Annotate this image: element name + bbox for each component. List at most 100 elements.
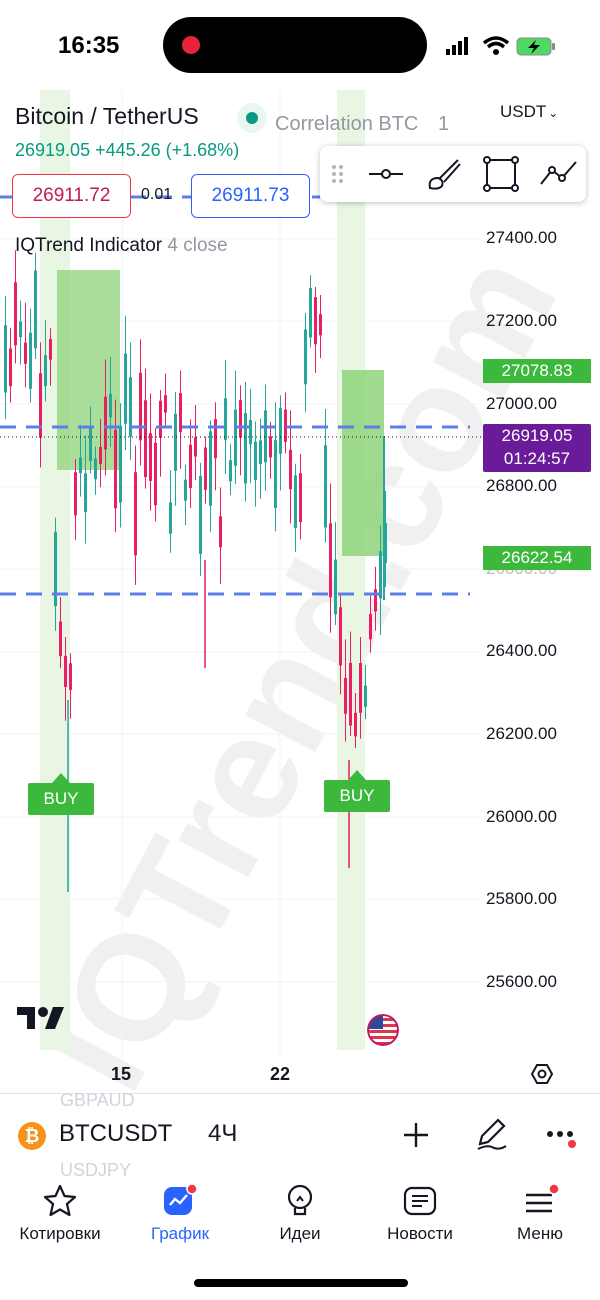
tab-label: График [150, 1224, 210, 1243]
candle-body [144, 400, 147, 478]
zone-lower-tag: 26622.54 [483, 546, 591, 570]
candle-body [234, 409, 237, 466]
candle-body [249, 420, 252, 445]
candle-body [59, 621, 62, 657]
bar-countdown: 01:24:57 [503, 449, 571, 468]
trend-zone [342, 370, 384, 556]
candle-body [84, 473, 87, 513]
candle-body [194, 437, 197, 457]
buy-price-button[interactable]: 26911.73 [191, 174, 310, 218]
indicator-params: 4 close [167, 235, 228, 256]
brush-tool-icon[interactable] [424, 154, 464, 194]
candle-body [379, 551, 382, 599]
news-icon [403, 1186, 437, 1216]
battery-icon [516, 37, 555, 56]
candle-body [154, 442, 157, 506]
order-quantity[interactable]: 0.01 [141, 186, 172, 204]
candle-body [44, 355, 47, 387]
drawing-toolbar [320, 146, 586, 202]
tab-label: Меню [517, 1224, 563, 1243]
tab-label: Идеи [279, 1224, 321, 1243]
candle-body [94, 458, 97, 480]
drag-handle-icon[interactable] [326, 154, 366, 194]
chevron-down-icon: ⌄ [548, 106, 559, 120]
price-axis-label: 26200.00 [486, 724, 557, 743]
candle-body [289, 449, 292, 490]
horizontal-line-tool-icon[interactable] [366, 154, 406, 194]
more-icon[interactable] [546, 1124, 580, 1150]
rectangle-tool-icon[interactable] [481, 154, 521, 194]
candle-body [49, 338, 52, 360]
plus-icon[interactable] [402, 1121, 430, 1149]
candle-body [19, 321, 22, 338]
candle-body [254, 441, 257, 480]
symbol-title[interactable]: Bitcoin / TetherUS [15, 103, 199, 130]
candle-body [169, 502, 172, 534]
price-axis-label: 27400.00 [486, 228, 557, 247]
price-axis-label: 26800.00 [486, 476, 557, 495]
tab-ideas[interactable]: Идеи [240, 1180, 360, 1250]
candle-body [369, 614, 372, 640]
path-tool-icon[interactable] [538, 154, 578, 194]
candle-body [344, 677, 347, 714]
candle-body [139, 372, 142, 441]
price-axis-label: 27000.00 [486, 394, 557, 413]
candle-body [179, 393, 182, 433]
market-open-icon[interactable] [237, 103, 267, 133]
tradingview-logo-icon [17, 1007, 64, 1029]
candle-body [219, 516, 222, 548]
last-price-tag: 26919.05 01:24:57 [483, 424, 591, 472]
candle-body [319, 314, 322, 336]
candle-body [299, 473, 302, 523]
sell-price-button[interactable]: 26911.72 [12, 174, 131, 218]
status-clock: 16:35 [58, 32, 120, 59]
buy-signal-label: BUY [28, 773, 94, 815]
candle-body [204, 447, 207, 490]
symbol-selector[interactable]: BTCUSDT [59, 1120, 172, 1148]
candle-body [224, 398, 227, 440]
candle-body [149, 433, 152, 481]
indicator-name: IQTrend Indicator [15, 235, 163, 256]
tab-news[interactable]: Новости [360, 1180, 480, 1250]
us-flag-icon[interactable] [367, 1014, 399, 1046]
candle-body [99, 446, 102, 465]
candle-body [124, 353, 127, 424]
chart-settings-icon[interactable] [530, 1062, 554, 1086]
candle-body [244, 413, 247, 484]
candle-body [29, 332, 32, 389]
candle-body [184, 479, 187, 501]
price-axis-label: 26000.00 [486, 807, 557, 826]
star-icon [43, 1184, 77, 1217]
signal-icon [446, 37, 468, 55]
tab-chart[interactable]: График [120, 1180, 240, 1250]
tab-menu[interactable]: Меню [480, 1180, 600, 1250]
candle-body [264, 410, 267, 463]
candle-body [304, 329, 307, 385]
price-change: 26919.05 +445.26 (+1.68%) [15, 140, 240, 160]
candle-body [24, 342, 27, 364]
candle-body [269, 436, 272, 458]
candle-body [239, 400, 242, 438]
session-band [337, 90, 365, 1050]
candle-body [339, 607, 342, 666]
currency-selector[interactable]: USDT ⌄ [500, 102, 558, 122]
candle-body [209, 431, 212, 506]
candle-body [134, 472, 137, 556]
candle-body [159, 400, 162, 438]
candle-body [189, 444, 192, 488]
candle-body [274, 440, 277, 508]
currency-label: USDT [500, 102, 547, 121]
price-axis-label: 26400.00 [486, 641, 557, 660]
indicator-legend[interactable]: IQTrend Indicator 4 close [15, 235, 228, 257]
interval-selector[interactable]: 4Ч [208, 1120, 237, 1148]
chart-icon [164, 1183, 198, 1215]
price-axis-label: 27200.00 [486, 311, 557, 330]
last-price: 26919.05 [501, 426, 573, 445]
pen-icon[interactable] [474, 1116, 510, 1152]
candle-body [164, 395, 167, 413]
tab-quotes[interactable]: Котировки [0, 1180, 120, 1250]
price-axis-label: 25600.00 [486, 972, 557, 991]
candle-body [329, 523, 332, 598]
candle-body [309, 288, 312, 338]
correlation-indicator[interactable]: Correlation BTC 1 [275, 113, 449, 136]
